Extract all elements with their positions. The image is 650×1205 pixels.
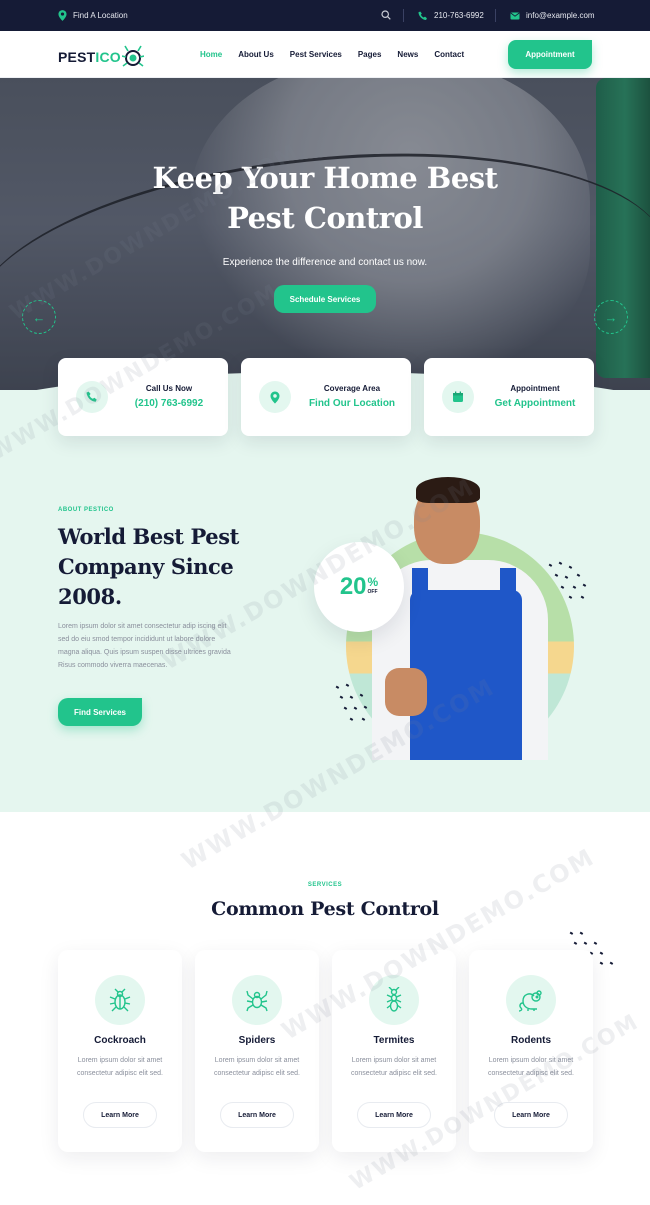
info-card-value: Get Appointment <box>494 398 576 409</box>
info-card-call[interactable]: Call Us Now (210) 763-6992 <box>58 358 228 436</box>
nav-contact[interactable]: Contact <box>434 50 464 59</box>
nav-home[interactable]: Home <box>200 50 222 59</box>
appointment-button[interactable]: Appointment <box>508 40 592 69</box>
service-desc: Lorem ipsum dolor sit amet consectetur a… <box>351 1057 437 1077</box>
hero-prev-arrow[interactable]: ← <box>22 300 56 334</box>
discount-badge: 20 % OFF <box>314 542 404 632</box>
termite-icon <box>369 975 419 1025</box>
phone-icon <box>76 381 108 413</box>
services-eyebrow: SERVICES <box>307 882 343 888</box>
service-card-spiders[interactable]: Spiders Lorem ipsum dolor sit amet conse… <box>195 950 319 1152</box>
search-button[interactable] <box>381 0 391 31</box>
learn-more-button[interactable]: Learn More <box>83 1102 157 1128</box>
learn-more-button[interactable]: Learn More <box>494 1102 568 1128</box>
logo[interactable]: PEST ICO <box>58 45 144 69</box>
info-card-title: Appointment <box>510 384 560 393</box>
service-card-cockroach[interactable]: Cockroach Lorem ipsum dolor sit amet con… <box>58 950 182 1152</box>
hero-section: ← → <box>0 78 650 400</box>
discount-label: OFF <box>367 589 378 595</box>
about-title-line2: Company Since <box>58 554 234 579</box>
cockroach-icon <box>95 975 145 1025</box>
service-desc: Lorem ipsum dolor sit amet consectetur a… <box>77 1057 163 1077</box>
schedule-services-button[interactable]: Schedule Services <box>274 285 376 313</box>
overall-strap <box>500 568 516 638</box>
hero-subtitle: Experience the difference and contact us… <box>222 257 428 268</box>
info-card-coverage[interactable]: Coverage Area Find Our Location <box>241 358 411 436</box>
info-card-title: Coverage Area <box>323 384 381 393</box>
hero-title-line1: Keep Your Home Best <box>152 161 499 195</box>
hero-title: Keep Your Home Best Pest Control <box>0 158 650 238</box>
nav-about-us[interactable]: About Us <box>238 50 274 59</box>
info-card-appointment[interactable]: Appointment Get Appointment <box>424 358 594 436</box>
info-card-value: Find Our Location <box>308 398 396 409</box>
hero-overlay <box>0 78 650 400</box>
find-services-button[interactable]: Find Services <box>58 698 142 726</box>
hero-title-line2: Pest Control <box>227 201 423 235</box>
logo-text-dark: PEST <box>58 49 96 65</box>
service-card-rodents[interactable]: Rodents Lorem ipsum dolor sit amet conse… <box>469 950 593 1152</box>
search-icon <box>381 9 391 22</box>
decor-dots <box>548 561 587 599</box>
service-name: Spiders <box>238 1035 276 1046</box>
calendar-icon <box>442 381 474 413</box>
main-header: PEST ICO Home About Us Pest Services Page… <box>0 31 650 78</box>
bug-logo-icon <box>121 45 144 67</box>
phone-link[interactable]: 210-763-6992 <box>418 0 484 31</box>
nav-pest-services[interactable]: Pest Services <box>290 50 342 59</box>
arrow-right-icon: → <box>604 309 618 325</box>
divider <box>403 9 404 22</box>
top-bar: Find A Location 210-763-6992 info@exampl… <box>0 0 650 31</box>
hero-next-arrow[interactable]: → <box>594 300 628 334</box>
nav-news[interactable]: News <box>397 50 418 59</box>
map-pin-icon <box>58 10 67 21</box>
services-title: Common Pest Control <box>211 898 439 920</box>
worker-thumb <box>385 668 427 716</box>
about-title-line3: 2008. <box>58 584 122 609</box>
discount-percent: % <box>367 575 379 589</box>
worker-hair <box>416 477 480 503</box>
mail-icon <box>510 12 520 20</box>
about-title: World Best Pest Company Since 2008. <box>58 522 298 612</box>
decor-dots <box>335 683 368 721</box>
learn-more-button[interactable]: Learn More <box>220 1102 294 1128</box>
discount-value: 20 <box>339 573 367 600</box>
service-desc: Lorem ipsum dolor sit amet consectetur a… <box>214 1057 300 1077</box>
email-address: info@example.com <box>526 11 595 20</box>
email-link[interactable]: info@example.com <box>510 0 595 31</box>
service-name: Cockroach <box>94 1035 146 1046</box>
phone-icon <box>418 11 428 21</box>
divider <box>495 9 496 22</box>
about-text: Lorem ipsum dolor sit amet consectetur a… <box>58 623 231 669</box>
spider-icon <box>232 975 282 1025</box>
arrow-left-icon: ← <box>32 309 46 325</box>
overall-strap <box>412 568 428 638</box>
service-card-termites[interactable]: Termites Lorem ipsum dolor sit amet cons… <box>332 950 456 1152</box>
service-name: Termites <box>373 1035 415 1046</box>
service-desc: Lorem ipsum dolor sit amet consectetur a… <box>488 1057 574 1077</box>
about-eyebrow: ABOUT PESTICO <box>58 507 114 513</box>
nav-pages[interactable]: Pages <box>358 50 382 59</box>
service-name: Rodents <box>511 1035 551 1046</box>
find-location-link[interactable]: Find A Location <box>58 0 128 31</box>
logo-text-green: ICO <box>95 49 121 65</box>
info-card-value: (210) 763-6992 <box>134 398 204 409</box>
find-location-label: Find A Location <box>73 11 128 20</box>
learn-more-button[interactable]: Learn More <box>357 1102 431 1128</box>
rodent-icon <box>506 975 556 1025</box>
about-title-line1: World Best Pest <box>58 524 239 549</box>
map-pin-icon <box>259 381 291 413</box>
info-card-title: Call Us Now <box>145 384 193 393</box>
main-nav: Home About Us Pest Services Pages News C… <box>200 31 464 78</box>
phone-number: 210-763-6992 <box>434 11 484 20</box>
